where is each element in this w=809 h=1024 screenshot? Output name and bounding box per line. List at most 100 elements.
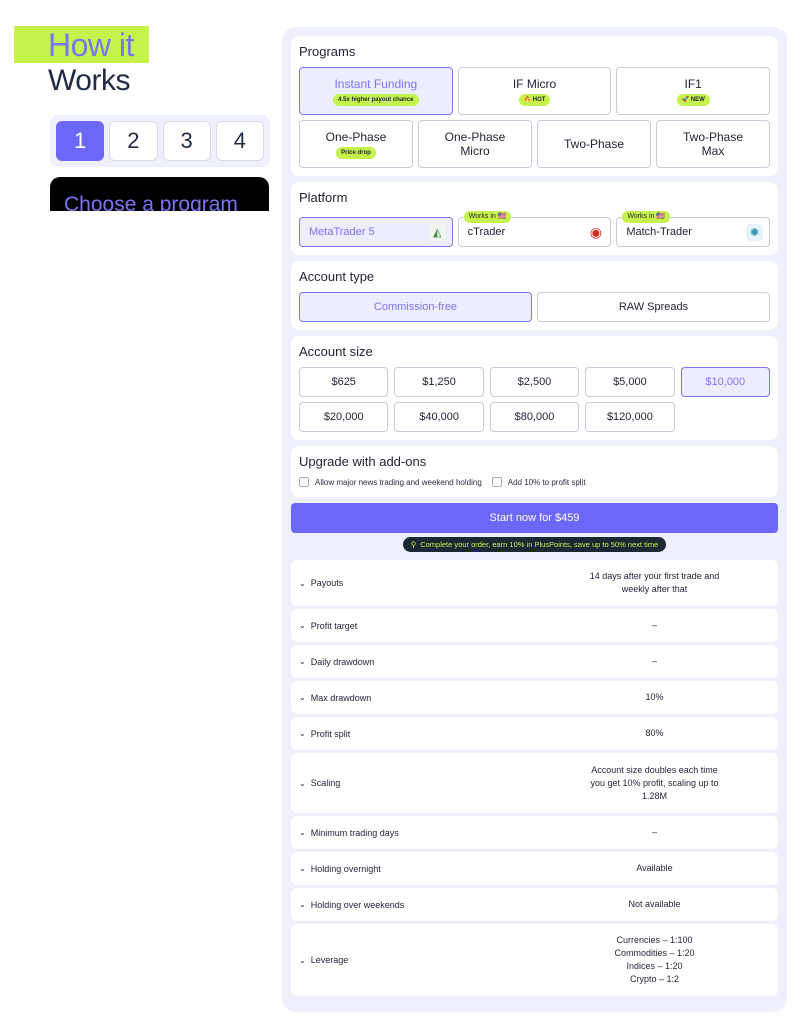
flame-icon: 🔥 — [523, 96, 533, 103]
detail-value: 14 days after your first trade and weekl… — [589, 571, 720, 594]
step-preview-card: Choose a program — [50, 177, 269, 211]
detail-label: Profit split — [310, 728, 351, 739]
account-type-section: Account type Commission-free RAW Spreads — [291, 261, 778, 330]
detail-row-payouts[interactable]: ⌄ Payouts 14 days after your first trade … — [291, 560, 778, 606]
addons-options: Allow major news trading and weekend hol… — [299, 477, 770, 487]
account-size-option[interactable]: $120,000 — [585, 402, 675, 432]
detail-row-holding-overnight[interactable]: ⌄ Holding overnight Available — [291, 852, 778, 885]
detail-row-holding-over-weekends[interactable]: ⌄ Holding over weekends Not available — [291, 888, 778, 921]
account-type-raw-spreads[interactable]: RAW Spreads — [537, 292, 770, 322]
addon-label: Allow major news trading and weekend hol… — [315, 477, 482, 487]
chevron-down-icon: ⌄ — [299, 864, 306, 873]
program-two-phase-max[interactable]: Two-Phase Max — [656, 120, 770, 168]
step-1[interactable]: 1 — [56, 121, 105, 161]
program-label: Two-Phase Max — [682, 130, 744, 158]
promo-banner: ⚲ Complete your order, earn 10% in PlusP… — [291, 537, 778, 552]
program-one-phase-micro[interactable]: One-Phase Micro — [418, 120, 532, 168]
chevron-down-icon: ⌄ — [299, 693, 306, 702]
platform-title: Platform — [299, 190, 348, 205]
program-badge: 🔥 HOT — [518, 93, 551, 106]
account-size-option[interactable]: $5,000 — [585, 367, 675, 397]
chevron-down-icon: ⌄ — [299, 778, 306, 788]
works-in-us-badge: Works in 🇺🇸 — [463, 211, 512, 223]
hero-line-1: How it — [48, 27, 134, 63]
programs-title: Programs — [299, 44, 356, 59]
addon-profit-split[interactable]: Add 10% to profit split — [491, 477, 586, 487]
chevron-down-icon: ⌄ — [299, 621, 306, 630]
chevron-down-icon: ⌄ — [299, 657, 306, 666]
account-size-option[interactable]: $1,250 — [394, 367, 484, 397]
platform-label: Match-Trader — [626, 226, 692, 238]
promo-text: Complete your order, earn 10% in PlusPoi… — [420, 540, 659, 549]
detail-label: Payouts — [310, 578, 344, 588]
addon-label: Add 10% to profit split — [507, 477, 586, 487]
program-label: One-Phase Micro — [444, 130, 506, 158]
account-size-option[interactable]: $20,000 — [299, 402, 389, 432]
step-3[interactable]: 3 — [162, 121, 211, 161]
account-size-option[interactable]: $2,500 — [489, 367, 580, 397]
addons-section: Upgrade with add-ons Allow major news tr… — [291, 446, 778, 497]
account-size-option[interactable]: $40,000 — [394, 402, 484, 432]
badge-text: HOT — [532, 96, 546, 103]
account-size-section: Account size $625 $1,250 $2,500 $5,000 $… — [291, 336, 778, 440]
detail-value: – — [651, 620, 657, 630]
detail-row-profit-split[interactable]: ⌄ Profit split 80% — [291, 717, 778, 750]
addon-news-weekend[interactable]: Allow major news trading and weekend hol… — [299, 477, 482, 487]
detail-row-daily-drawdown[interactable]: ⌄ Daily drawdown – — [291, 645, 778, 678]
addon-checkbox[interactable] — [299, 477, 309, 487]
detail-value: Not available — [628, 899, 681, 909]
rocket-icon: 🚀 — [681, 96, 691, 103]
detail-value: Account size doubles each time you get 1… — [590, 764, 719, 801]
start-now-button[interactable]: Start now for $459 — [291, 503, 778, 533]
program-label: Instant Funding — [334, 76, 418, 91]
platform-match-trader[interactable]: Works in 🇺🇸 Match-Trader ✺ — [616, 211, 771, 247]
platform-ctrader[interactable]: Works in 🇺🇸 cTrader ◉ — [457, 211, 612, 247]
platform-metatrader-5[interactable]: MetaTrader 5 ◭ — [299, 217, 453, 247]
wand-icon: ⚲ — [410, 540, 417, 549]
account-type-options: Commission-free RAW Spreads — [299, 292, 770, 322]
account-size-option[interactable]: $625 — [299, 367, 389, 397]
program-two-phase[interactable]: Two-Phase — [537, 120, 651, 168]
step-4[interactable]: 4 — [215, 121, 264, 161]
detail-label: Max drawdown — [310, 692, 372, 703]
detail-row-max-drawdown[interactable]: ⌄ Max drawdown 10% — [291, 681, 778, 714]
chevron-down-icon: ⌄ — [299, 900, 306, 909]
programs-row-1: Instant Funding 4.5x higher payout chanc… — [299, 67, 771, 115]
detail-row-minimum-trading-days[interactable]: ⌄ Minimum trading days – — [291, 816, 778, 849]
detail-value: Available — [636, 863, 673, 873]
step-selector: 1 2 3 4 — [50, 115, 270, 167]
platform-label: cTrader — [467, 226, 506, 238]
account-size-option[interactable]: $80,000 — [489, 402, 580, 432]
chevron-down-icon: ⌄ — [299, 828, 306, 837]
account-type-commission-free[interactable]: Commission-free — [299, 292, 532, 322]
detail-row-scaling[interactable]: ⌄ Scaling Account size doubles each time … — [291, 753, 778, 813]
platform-options: MetaTrader 5 ◭ Works in 🇺🇸 cTrader ◉ Wor… — [299, 211, 771, 247]
badge-text: NEW — [690, 96, 705, 103]
detail-label: Profit target — [310, 620, 358, 631]
program-one-phase[interactable]: One-Phase Price drop — [299, 120, 413, 168]
detail-label: Minimum trading days — [310, 827, 399, 838]
details-list: ⌄ Payouts 14 days after your first trade … — [291, 560, 778, 996]
account-size-option-selected[interactable]: $10,000 — [680, 367, 770, 397]
program-label: IF1 — [684, 76, 702, 91]
program-badge: 🚀 NEW — [676, 93, 710, 106]
detail-value: 80% — [645, 728, 664, 738]
program-label: IF Micro — [512, 76, 557, 91]
addons-title: Upgrade with add-ons — [299, 454, 427, 469]
account-type-title: Account type — [299, 269, 375, 284]
program-if1[interactable]: IF1 🚀 NEW — [616, 67, 771, 115]
program-if-micro[interactable]: IF Micro 🔥 HOT — [457, 67, 612, 115]
program-badge: Price drop — [336, 146, 376, 159]
detail-row-profit-target[interactable]: ⌄ Profit target – — [291, 609, 778, 642]
detail-label: Daily drawdown — [310, 656, 375, 667]
detail-label: Holding over weekends — [310, 899, 405, 910]
chevron-down-icon: ⌄ — [299, 955, 306, 965]
programs-row-2: One-Phase Price drop One-Phase Micro Two… — [299, 120, 770, 168]
chevron-down-icon: ⌄ — [299, 729, 306, 738]
addon-checkbox[interactable] — [491, 477, 502, 487]
programs-section: Programs Instant Funding 4.5x higher pay… — [291, 36, 778, 176]
promo-pill: ⚲ Complete your order, earn 10% in PlusP… — [402, 537, 667, 552]
detail-row-leverage[interactable]: ⌄ Leverage Currencies – 1:100 Commodities… — [291, 924, 778, 996]
step-2[interactable]: 2 — [109, 121, 158, 161]
program-instant-funding[interactable]: Instant Funding 4.5x higher payout chanc… — [299, 67, 453, 115]
